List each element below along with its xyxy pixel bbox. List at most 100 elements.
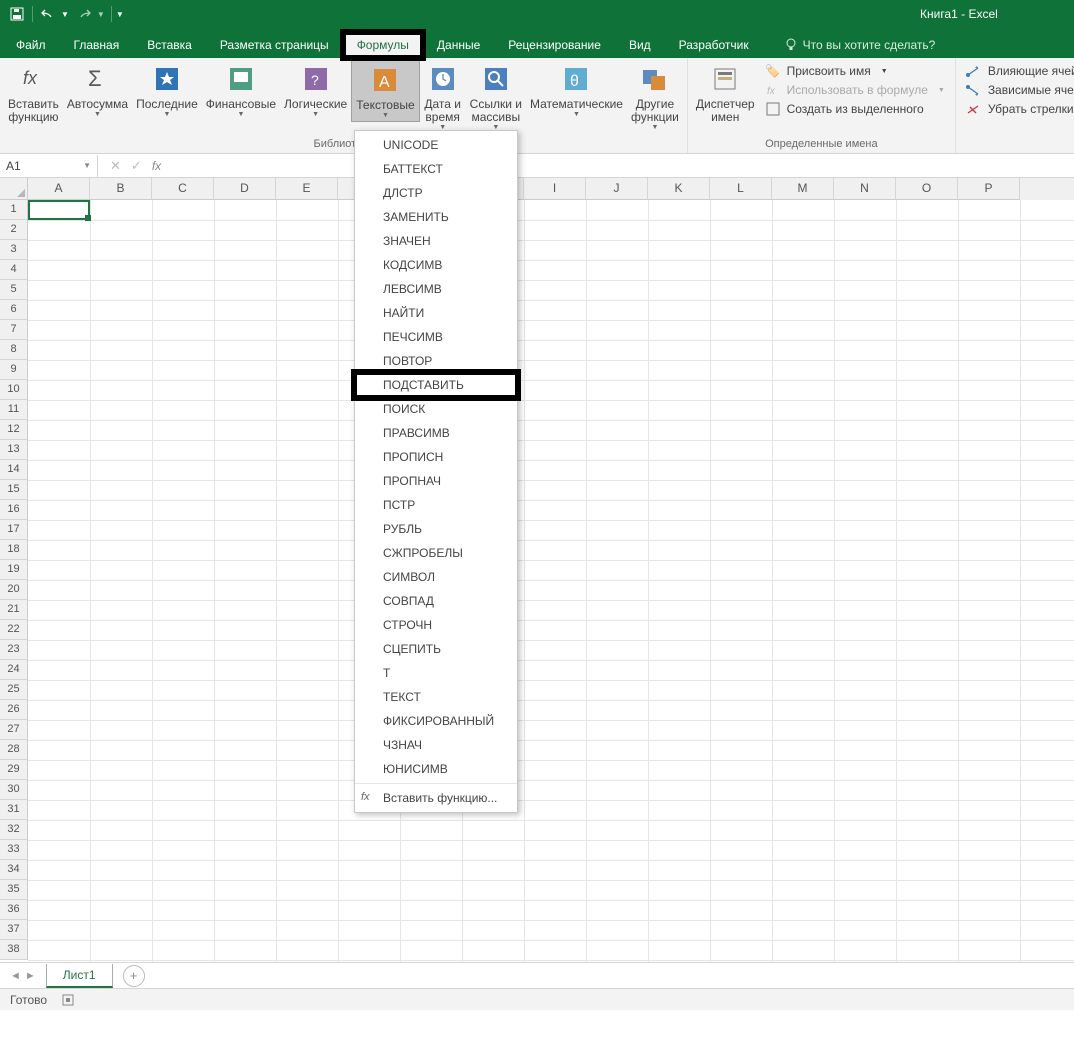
column-header[interactable]: K: [648, 178, 710, 200]
column-header[interactable]: O: [896, 178, 958, 200]
dropdown-item[interactable]: ЗАМЕНИТЬ: [355, 205, 517, 229]
trace-precedents-button[interactable]: Влияющие ячейки: [966, 63, 1074, 79]
row-header[interactable]: 11: [0, 400, 28, 420]
row-header[interactable]: 7: [0, 320, 28, 340]
row-header[interactable]: 29: [0, 760, 28, 780]
insert-function-button[interactable]: fx Вставить функцию: [4, 60, 63, 126]
remove-arrows-button[interactable]: Убрать стрелки▼: [966, 101, 1074, 117]
column-header[interactable]: N: [834, 178, 896, 200]
row-header[interactable]: 3: [0, 240, 28, 260]
nav-last-icon[interactable]: ►: [25, 970, 36, 982]
dropdown-item[interactable]: ПРОПНАЧ: [355, 469, 517, 493]
dropdown-item[interactable]: СОВПАД: [355, 589, 517, 613]
tab-home[interactable]: Главная: [60, 32, 134, 58]
dropdown-item[interactable]: Т: [355, 661, 517, 685]
nav-first-icon[interactable]: ◄: [10, 970, 21, 982]
tab-file[interactable]: Файл: [2, 32, 60, 58]
tab-review[interactable]: Рецензирование: [494, 32, 615, 58]
dropdown-item[interactable]: ТЕКСТ: [355, 685, 517, 709]
tell-me[interactable]: Что вы хотите сделать?: [775, 32, 946, 58]
name-box[interactable]: A1 ▼: [0, 155, 98, 177]
add-sheet-button[interactable]: +: [123, 965, 145, 987]
dropdown-item[interactable]: НАЙТИ: [355, 301, 517, 325]
row-header[interactable]: 19: [0, 560, 28, 580]
row-header[interactable]: 25: [0, 680, 28, 700]
row-header[interactable]: 38: [0, 940, 28, 960]
row-header[interactable]: 23: [0, 640, 28, 660]
define-name-button[interactable]: 🏷️Присвоить имя▼: [765, 63, 945, 79]
financial-button[interactable]: Финансовые▼: [202, 60, 280, 120]
undo-dropdown-icon[interactable]: ▼: [61, 10, 69, 19]
row-header[interactable]: 14: [0, 460, 28, 480]
more-functions-button[interactable]: Другие функции▼: [627, 60, 683, 133]
active-cell[interactable]: [28, 200, 90, 220]
dropdown-item[interactable]: ЧЗНАЧ: [355, 733, 517, 757]
row-header[interactable]: 13: [0, 440, 28, 460]
logical-button[interactable]: ? Логические▼: [280, 60, 351, 120]
dropdown-item[interactable]: UNICODE: [355, 133, 517, 157]
column-header[interactable]: I: [524, 178, 586, 200]
row-header[interactable]: 28: [0, 740, 28, 760]
row-header[interactable]: 32: [0, 820, 28, 840]
dropdown-item[interactable]: БАТТЕКСТ: [355, 157, 517, 181]
row-header[interactable]: 2: [0, 220, 28, 240]
row-header[interactable]: 27: [0, 720, 28, 740]
row-header[interactable]: 21: [0, 600, 28, 620]
row-header[interactable]: 15: [0, 480, 28, 500]
redo-icon[interactable]: [75, 5, 93, 23]
row-header[interactable]: 9: [0, 360, 28, 380]
select-all-corner[interactable]: [0, 178, 28, 200]
dropdown-item[interactable]: РУБЛЬ: [355, 517, 517, 541]
autosum-button[interactable]: Σ Автосумма▼: [63, 60, 132, 120]
row-header[interactable]: 22: [0, 620, 28, 640]
row-header[interactable]: 36: [0, 900, 28, 920]
dropdown-item[interactable]: ФИКСИРОВАННЫЙ: [355, 709, 517, 733]
row-header[interactable]: 34: [0, 860, 28, 880]
row-header[interactable]: 35: [0, 880, 28, 900]
dropdown-item[interactable]: СЦЕПИТЬ: [355, 637, 517, 661]
row-header[interactable]: 4: [0, 260, 28, 280]
row-header[interactable]: 24: [0, 660, 28, 680]
row-header[interactable]: 5: [0, 280, 28, 300]
column-header[interactable]: C: [152, 178, 214, 200]
text-button[interactable]: A Текстовые▼: [351, 60, 419, 122]
row-header[interactable]: 31: [0, 800, 28, 820]
dropdown-item[interactable]: ПОВТОР: [355, 349, 517, 373]
save-icon[interactable]: [8, 5, 26, 23]
tab-developer[interactable]: Разработчик: [665, 32, 763, 58]
column-header[interactable]: M: [772, 178, 834, 200]
datetime-button[interactable]: Дата и время▼: [420, 60, 466, 133]
dropdown-item[interactable]: КОДСИМВ: [355, 253, 517, 277]
macro-record-icon[interactable]: [61, 993, 75, 1007]
cells-area[interactable]: [28, 200, 1074, 962]
column-header[interactable]: D: [214, 178, 276, 200]
name-manager-button[interactable]: Диспетчер имен: [692, 60, 759, 126]
row-header[interactable]: 30: [0, 780, 28, 800]
row-header[interactable]: 12: [0, 420, 28, 440]
column-header[interactable]: B: [90, 178, 152, 200]
column-header[interactable]: E: [276, 178, 338, 200]
dropdown-item[interactable]: СЖПРОБЕЛЫ: [355, 541, 517, 565]
create-from-selection-button[interactable]: Создать из выделенного: [765, 101, 945, 117]
recent-button[interactable]: Последние▼: [132, 60, 202, 120]
dropdown-item[interactable]: ПЕЧСИМВ: [355, 325, 517, 349]
dropdown-item[interactable]: ПРОПИСН: [355, 445, 517, 469]
dropdown-insert-function[interactable]: Вставить функцию...: [355, 786, 517, 810]
fx-icon[interactable]: fx: [152, 159, 161, 173]
dropdown-item[interactable]: ПРАВСИМВ: [355, 421, 517, 445]
row-header[interactable]: 20: [0, 580, 28, 600]
column-header[interactable]: P: [958, 178, 1020, 200]
row-header[interactable]: 33: [0, 840, 28, 860]
row-header[interactable]: 37: [0, 920, 28, 940]
sheet-tab[interactable]: Лист1: [46, 964, 113, 988]
tab-view[interactable]: Вид: [615, 32, 665, 58]
dropdown-item[interactable]: ЮНИСИМВ: [355, 757, 517, 781]
dropdown-item[interactable]: ЗНАЧЕН: [355, 229, 517, 253]
math-button[interactable]: θ Математические▼: [526, 60, 627, 120]
dropdown-item[interactable]: ДЛСТР: [355, 181, 517, 205]
row-header[interactable]: 17: [0, 520, 28, 540]
row-header[interactable]: 1: [0, 200, 28, 220]
name-box-dropdown-icon[interactable]: ▼: [83, 161, 91, 170]
dropdown-item[interactable]: СТРОЧН: [355, 613, 517, 637]
tab-insert[interactable]: Вставка: [133, 32, 206, 58]
